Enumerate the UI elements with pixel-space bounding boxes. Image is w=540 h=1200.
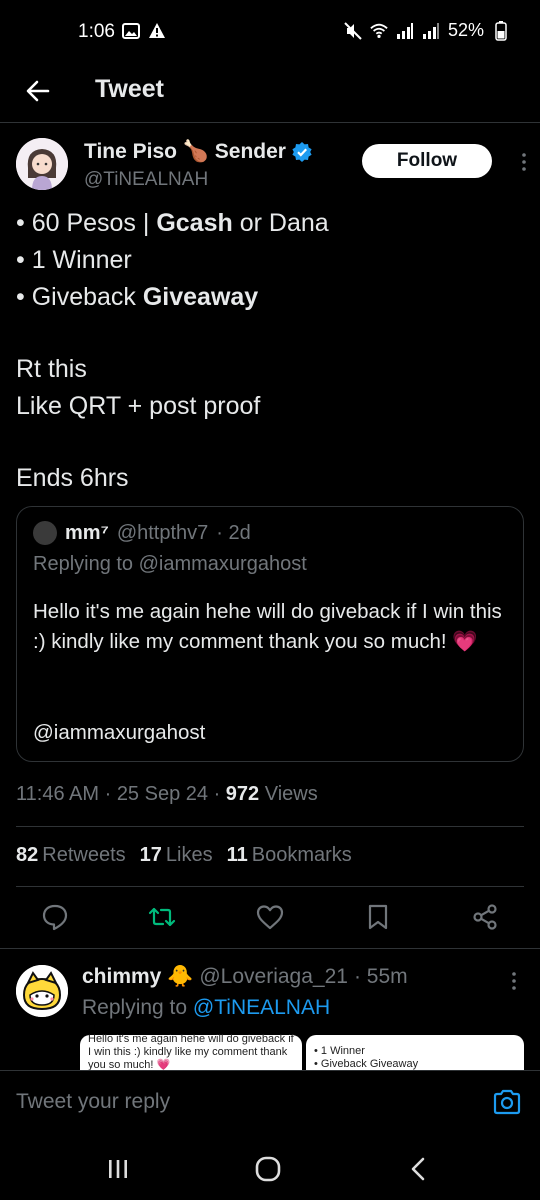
quote-author-handle: @httpthv7 <box>116 521 209 544</box>
author-handle[interactable]: @TiNEALNAH <box>84 169 208 191</box>
tweet-author: Tine Piso 🍗 Sender @TiNEALNAH Follow <box>16 138 526 198</box>
back-nav-icon[interactable] <box>404 1154 434 1184</box>
replying-to-link[interactable]: @TiNEALNAH <box>193 996 330 1019</box>
divider <box>16 826 524 827</box>
bookmark-icon[interactable] <box>363 902 393 932</box>
retweet-icon[interactable] <box>147 902 177 932</box>
signal-icon-2 <box>422 22 440 40</box>
verified-badge-icon <box>292 142 312 162</box>
reply-avatar[interactable] <box>16 965 68 1017</box>
back-arrow-icon[interactable] <box>22 75 54 107</box>
quoted-tweet[interactable]: mm⁷ @httpthv7 · 2d Replying to @iammaxur… <box>16 506 524 762</box>
follow-button[interactable]: Follow <box>362 144 492 178</box>
quote-time: · 2d <box>216 521 251 544</box>
status-time: 1:06 <box>78 21 115 42</box>
quote-avatar <box>33 521 57 545</box>
quote-mention: @iammaxurgahost <box>33 721 206 744</box>
retweets-stat[interactable]: 82 Retweets <box>16 844 126 867</box>
reply-time: · 55m <box>353 965 408 988</box>
more-options-icon[interactable] <box>516 150 532 174</box>
reply-input[interactable] <box>16 1087 436 1117</box>
tweet-timestamp: 11:46 AM · 25 Sep 24 · 972 Views <box>16 783 318 805</box>
author-name[interactable]: Tine Piso 🍗 Sender <box>84 140 312 164</box>
page-title: Tweet <box>95 75 164 103</box>
tweet-actions <box>0 896 540 940</box>
tweet-text: • 60 Pesos | Gcash or Dana • 1 Winner • … <box>16 209 329 492</box>
quote-replying-to: Replying to @iammaxurgahost <box>33 553 307 575</box>
gallery-icon <box>122 22 140 40</box>
reply-image-2[interactable]: • 1 Winner • Giveback Giveaway <box>306 1035 524 1071</box>
quote-text: Hello it's me again hehe will do givebac… <box>33 600 502 653</box>
share-icon[interactable] <box>470 902 500 932</box>
reply-tweet[interactable]: chimmy 🐥 @Loveriaga_21 · 55m Replying to… <box>0 948 540 1071</box>
top-bar: Tweet <box>0 62 540 123</box>
likes-stat[interactable]: 17 Likes <box>140 844 213 867</box>
system-nav-bar <box>0 1132 540 1200</box>
reply-more-options-icon[interactable] <box>508 969 520 993</box>
battery-icon <box>492 20 510 41</box>
reply-author-handle[interactable]: @Loveriaga_21 <box>199 965 348 989</box>
status-bar: 1:06 52% <box>0 0 540 62</box>
camera-icon[interactable] <box>492 1088 522 1116</box>
reply-image-1[interactable]: Hello it's me again hehe will do givebac… <box>80 1033 302 1071</box>
mute-icon <box>344 21 362 40</box>
reply-replying-to: Replying to @TiNEALNAH <box>82 996 331 1019</box>
author-avatar[interactable] <box>16 138 68 190</box>
like-icon[interactable] <box>255 902 285 932</box>
tweet-stats: 82 Retweets 17 Likes 11 Bookmarks <box>16 844 352 867</box>
reply-author-name[interactable]: chimmy 🐥 <box>82 965 193 989</box>
battery-percent: 52% <box>447 20 484 40</box>
recent-apps-icon[interactable] <box>103 1154 133 1184</box>
quote-author-name: mm⁷ <box>65 521 109 544</box>
signal-icon <box>396 22 414 40</box>
reply-icon[interactable] <box>40 902 70 932</box>
warning-icon <box>148 22 166 40</box>
home-icon[interactable] <box>253 1154 283 1184</box>
divider <box>16 886 524 887</box>
bookmarks-stat[interactable]: 11 Bookmarks <box>227 844 352 867</box>
wifi-icon <box>370 22 388 40</box>
reply-composer <box>0 1070 540 1133</box>
